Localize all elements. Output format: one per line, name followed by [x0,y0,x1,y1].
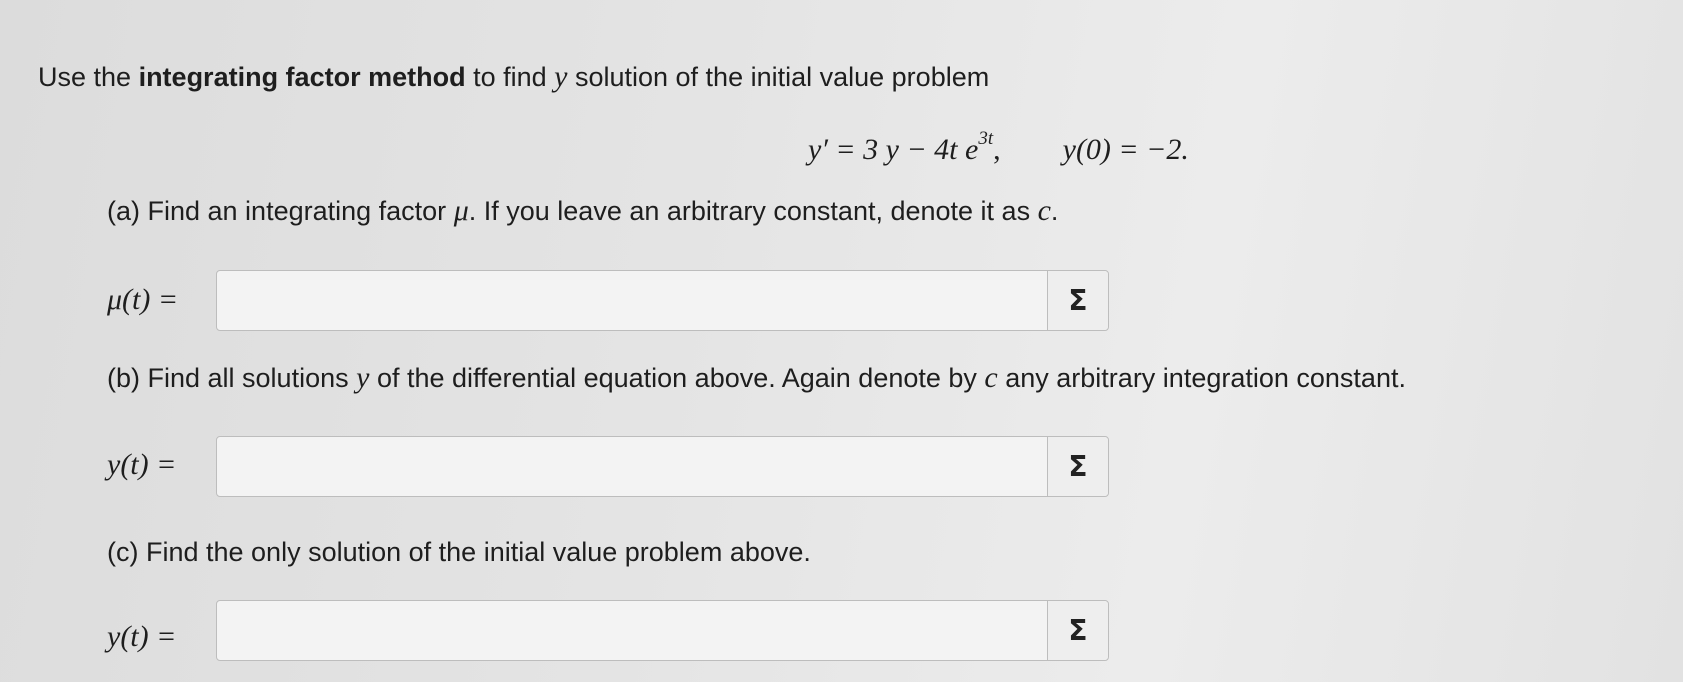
mu-symbol: μ [453,194,469,227]
constant-symbol: c [1037,194,1051,227]
y-label-c: y(t) = [107,620,177,653]
part-a-question: (a) Find an integrating factor μ. If you… [107,194,1058,228]
answer-c-box: Σ [216,600,1109,661]
part-c-question: (c) Find the only solution of the initia… [107,537,811,567]
intro-text: to find [465,62,555,92]
constant-symbol: c [984,361,998,394]
part-a-text: (a) Find an integrating factor [107,196,454,226]
intro-variable: y [554,60,568,93]
part-a-text: . [1050,196,1059,226]
part-b-text: of the differential equation above. Agai… [369,363,985,393]
y-symbol: y [356,361,370,394]
intro-bold-text: integrating factor method [138,62,466,92]
differential-equation: y′ = 3 y − 4t e [808,133,979,166]
answer-b-box: Σ [216,436,1109,497]
y-label-b: y(t) = [107,448,177,481]
part-b-text: any arbitrary integration constant. [997,363,1406,393]
answer-a-box: Σ [216,270,1109,331]
answer-b-input[interactable] [217,437,1047,496]
answer-a-input[interactable] [217,271,1047,330]
sigma-icon[interactable]: Σ [1047,601,1108,660]
part-b-question: (b) Find all solutions y of the differen… [107,361,1406,395]
answer-c-input[interactable] [217,601,1047,660]
sigma-icon[interactable]: Σ [1047,437,1108,496]
exponent: 3t [978,128,994,149]
intro-text: solution of the initial value problem [567,62,990,92]
equation-comma: , [993,133,1001,166]
sigma-icon[interactable]: Σ [1047,271,1108,330]
problem-intro: Use the integrating factor method to fin… [38,60,989,94]
ivp-equation: y′ = 3 y − 4t e3t, y(0) = −2. [808,128,1189,167]
part-b-text: (b) Find all solutions [107,363,357,393]
part-a-text: . If you leave an arbitrary constant, de… [468,196,1038,226]
intro-text: Use the [38,62,139,92]
initial-condition: y(0) = −2. [1062,133,1189,166]
mu-label: μ(t) = [107,283,179,316]
